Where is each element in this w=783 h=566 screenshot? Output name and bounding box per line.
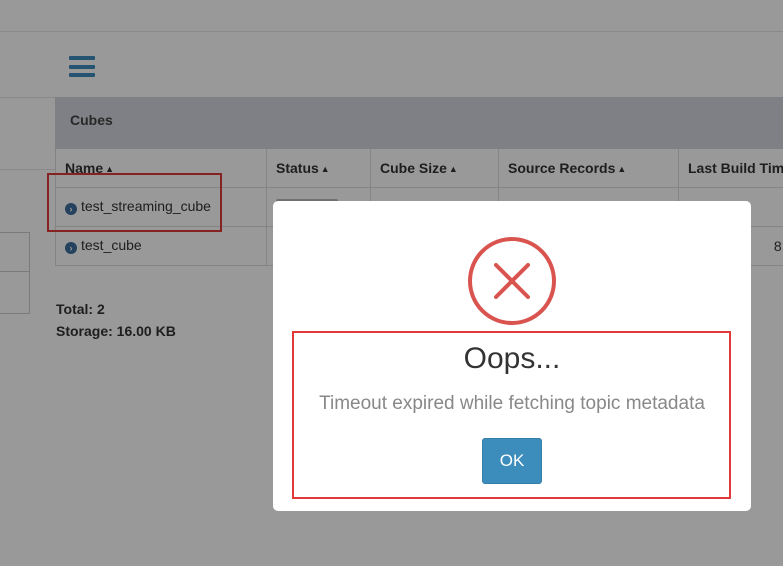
error-x-icon [468,237,556,325]
highlight-error-message [292,331,731,499]
